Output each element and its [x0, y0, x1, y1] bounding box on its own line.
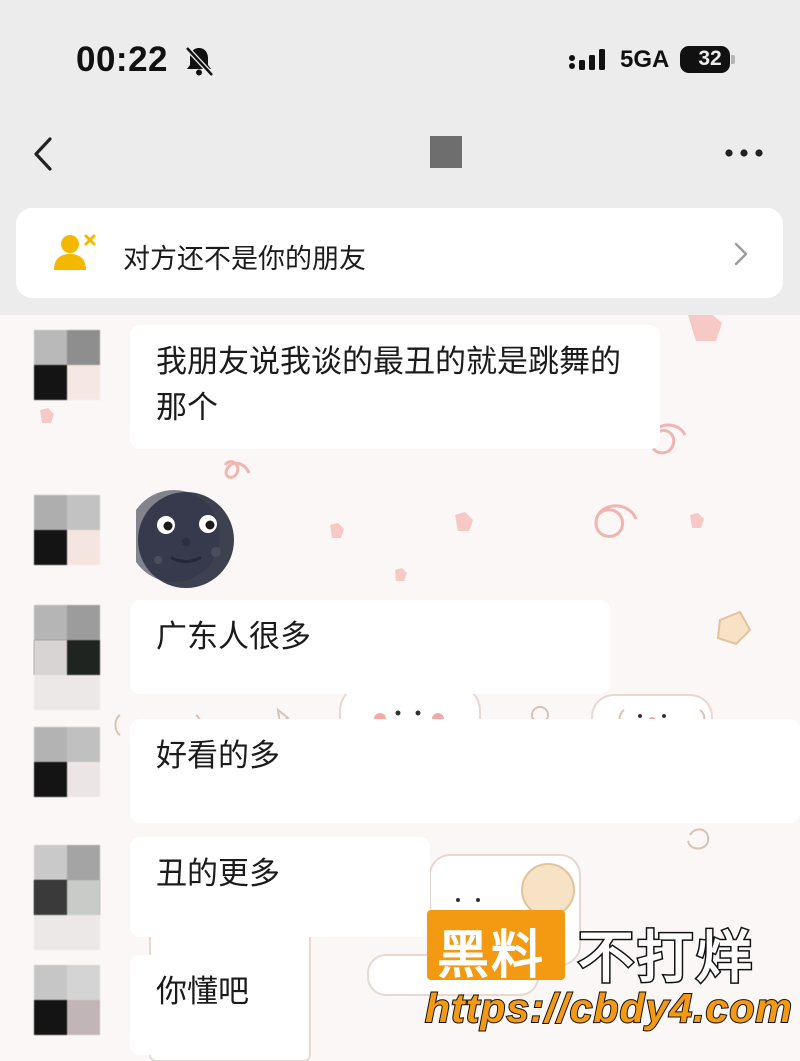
battery-level: 32 — [698, 47, 722, 70]
more-ellipsis-icon[interactable] — [724, 146, 764, 160]
message-bubble[interactable]: 我朋友说我谈的最丑的就是跳舞的那个 — [130, 325, 660, 449]
watermark-main: 黑料 — [437, 926, 546, 986]
chevron-right-icon — [734, 242, 748, 266]
message-text: 你懂吧 — [156, 974, 249, 1010]
back-chevron-icon[interactable] — [30, 134, 58, 174]
message-text: 广东人很多 — [156, 619, 311, 655]
network-label: 5GA — [620, 46, 670, 73]
add-friend-icon — [54, 234, 96, 270]
message-text: 我朋友说我谈的最丑的就是跳舞的那个 — [156, 344, 621, 426]
bell-slash-icon — [185, 46, 214, 77]
battery-tip — [731, 55, 735, 64]
message-bubble[interactable]: 好看的多 — [130, 719, 800, 823]
sender-avatar-partial — [34, 880, 100, 950]
sender-avatar[interactable] — [34, 965, 100, 1035]
message-bubble[interactable]: 广东人很多 — [130, 600, 610, 694]
new-moon-face-sticker[interactable] — [136, 490, 236, 590]
message-bubble[interactable]: 丑的更多 — [130, 837, 430, 937]
status-time: 00:22 — [76, 40, 169, 79]
message-text: 好看的多 — [156, 738, 280, 774]
message-bubble[interactable]: 你懂吧 — [130, 955, 284, 1055]
watermark-url: https://cbdy4.com — [424, 984, 793, 1032]
sender-avatar[interactable] — [34, 727, 100, 797]
sender-avatar[interactable] — [34, 495, 100, 565]
message-text: 丑的更多 — [156, 856, 280, 892]
signal-icon — [569, 49, 605, 70]
notice-text: 对方还不是你的朋友 — [123, 244, 366, 275]
sender-avatar-partial — [34, 640, 100, 710]
watermark-tail: 不打烊 — [577, 925, 755, 993]
sender-avatar[interactable] — [34, 330, 100, 400]
chat-title-redacted[interactable] — [430, 136, 462, 168]
